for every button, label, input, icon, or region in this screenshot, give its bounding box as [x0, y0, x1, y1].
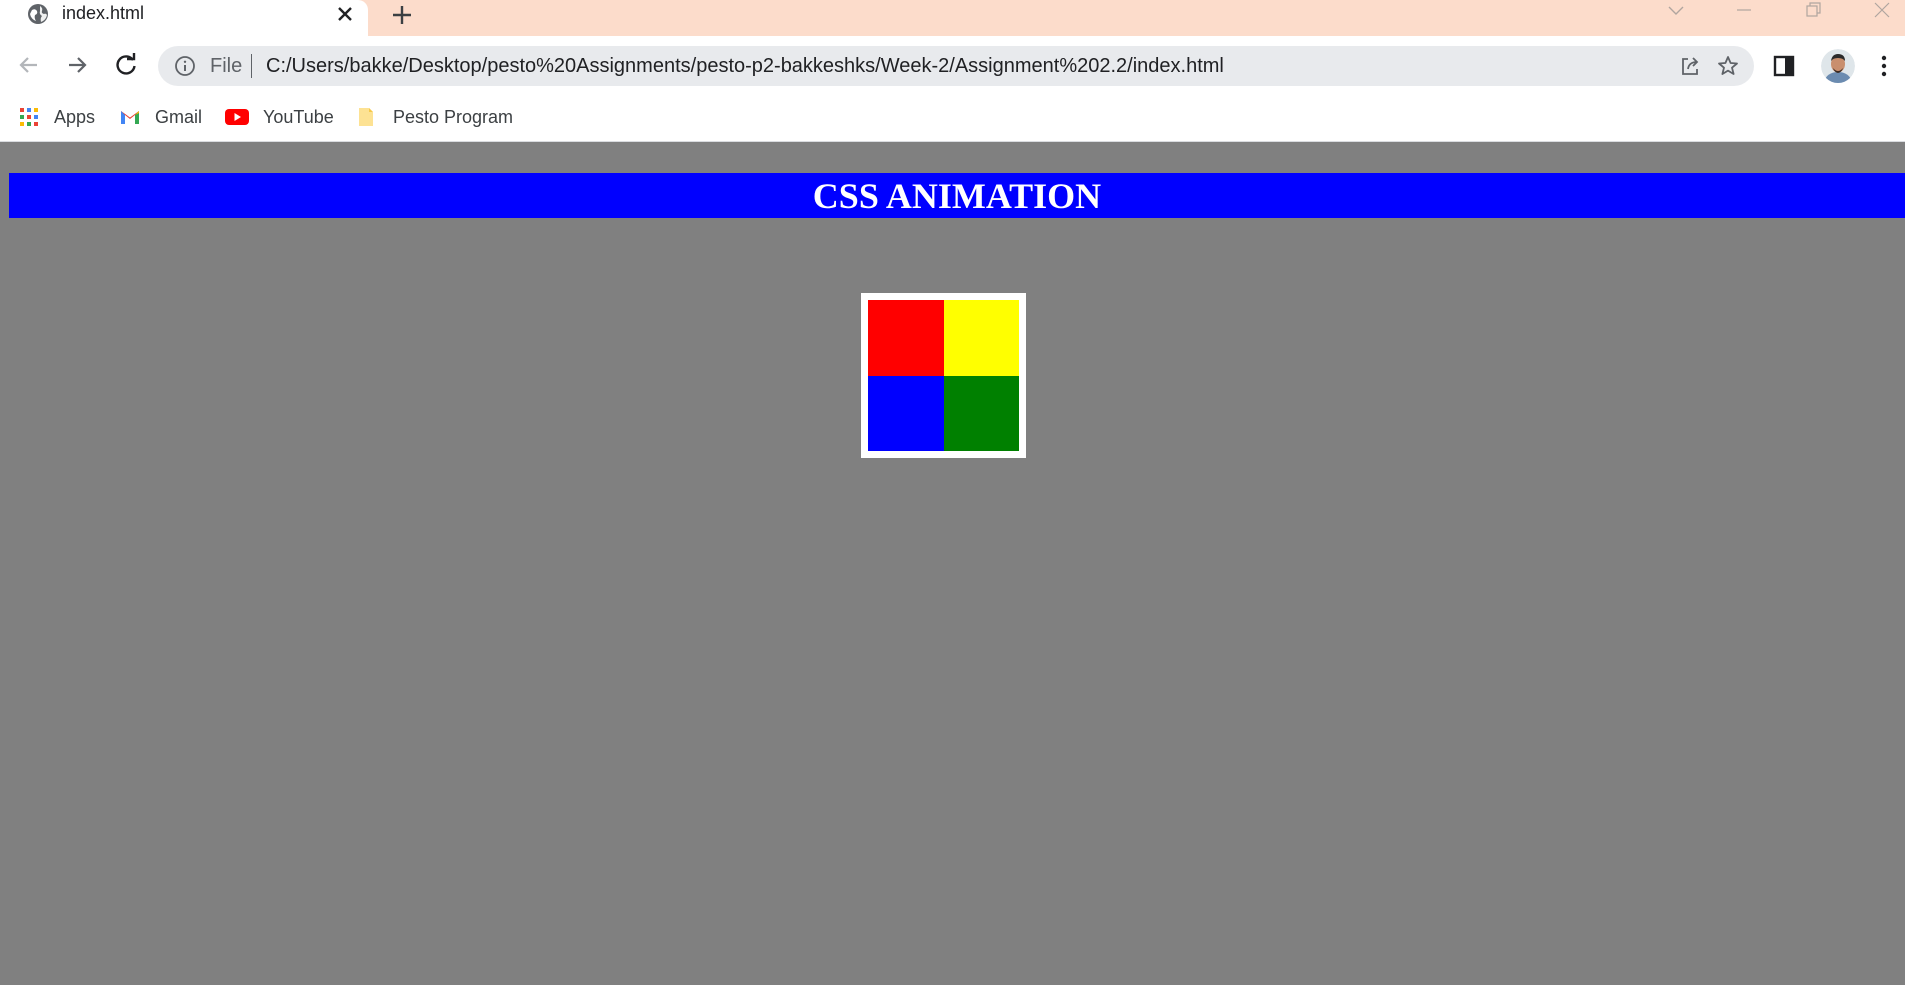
- close-window-icon[interactable]: [1870, 0, 1894, 22]
- globe-icon: [28, 4, 48, 24]
- url-text[interactable]: C:/Users/bakke/Desktop/pesto%20Assignmen…: [266, 55, 1224, 78]
- bookmark-label: Apps: [54, 106, 96, 127]
- bookmark-label: Gmail: [155, 106, 203, 127]
- page-title: CSS ANIMATION: [812, 175, 1102, 216]
- bookmark-label: YouTube: [263, 106, 334, 127]
- gmail-icon: [121, 111, 139, 124]
- bookmark-youtube[interactable]: YouTube: [225, 102, 334, 132]
- folder-icon: [359, 108, 373, 126]
- new-tab-button[interactable]: [388, 1, 416, 29]
- scheme-label: File: [210, 55, 243, 77]
- bookmark-apps[interactable]: Apps: [18, 102, 95, 132]
- green-square: [943, 375, 1019, 451]
- close-tab-icon[interactable]: [333, 2, 357, 26]
- avatar[interactable]: [1821, 49, 1855, 83]
- bookmark-gmail[interactable]: Gmail: [119, 102, 202, 132]
- bookmark-pesto-program[interactable]: Pesto Program: [355, 102, 513, 132]
- back-button[interactable]: [14, 50, 44, 80]
- bookmark-label: Pesto Program: [393, 106, 514, 127]
- share-icon[interactable]: [1678, 54, 1702, 78]
- animated-box: [861, 293, 1026, 458]
- reload-button[interactable]: [111, 50, 141, 80]
- address-bar[interactable]: File C:/Users/bakke/Desktop/pesto%20Assi…: [158, 46, 1754, 86]
- page-viewport: CSS ANIMATION: [0, 143, 1905, 985]
- tab-strip: index.html: [0, 0, 1905, 36]
- apps-grid-icon: [20, 108, 38, 126]
- header-banner: CSS ANIMATION: [9, 173, 1905, 218]
- browser-tab[interactable]: index.html: [0, 0, 368, 36]
- url-separator: [251, 54, 252, 78]
- tab-title: index.html: [62, 3, 145, 23]
- browser-toolbar: File C:/Users/bakke/Desktop/pesto%20Assi…: [0, 36, 1905, 98]
- blue-square: [868, 375, 944, 451]
- bookmarks-bar: Apps Gmail YouTube Pesto Program: [0, 98, 1905, 142]
- menu-dots-icon[interactable]: [1874, 52, 1894, 80]
- youtube-icon: [225, 109, 249, 125]
- bookmark-star-icon[interactable]: [1716, 54, 1740, 78]
- restore-icon[interactable]: [1801, 0, 1825, 22]
- red-square: [868, 300, 944, 376]
- side-panel-icon[interactable]: [1772, 54, 1796, 78]
- chevron-down-icon[interactable]: [1664, 0, 1688, 22]
- yellow-square: [943, 300, 1019, 376]
- forward-button[interactable]: [62, 50, 92, 80]
- minimize-icon[interactable]: [1732, 0, 1756, 22]
- color-grid: [868, 300, 1019, 451]
- info-icon[interactable]: [174, 55, 196, 77]
